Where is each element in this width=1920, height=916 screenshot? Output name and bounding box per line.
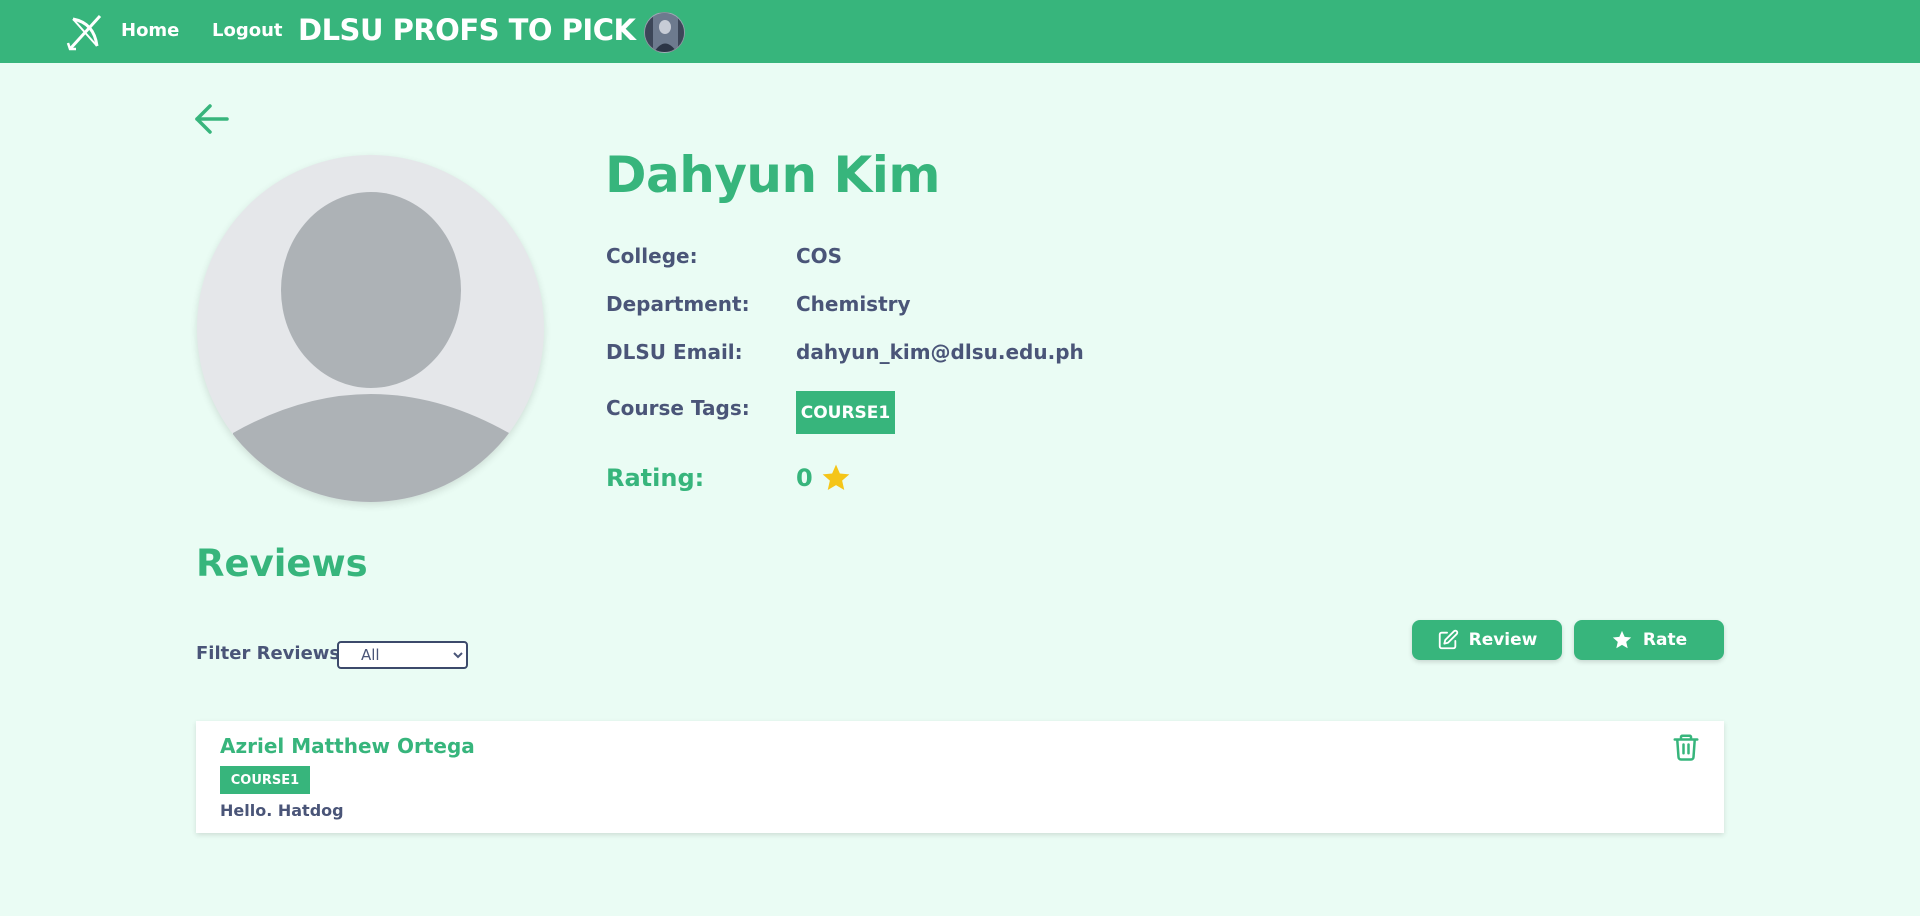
department-label: Department:: [606, 292, 750, 316]
email-label: DLSU Email:: [606, 340, 743, 364]
logo-icon[interactable]: [64, 13, 106, 53]
course-tags-label: Course Tags:: [606, 396, 750, 420]
review-card: Azriel Matthew Ortega COURSE1 Hello. Hat…: [196, 721, 1724, 833]
site-title: DLSU PROFS TO PICK: [298, 13, 636, 47]
college-label: College:: [606, 244, 698, 268]
star-icon: [1612, 630, 1632, 649]
default-avatar-icon: [233, 192, 509, 502]
filter-reviews-label: Filter Reviews:: [196, 643, 348, 664]
review-course-tag: COURSE1: [220, 766, 310, 794]
profile-picture: [197, 155, 544, 502]
reviewer-name[interactable]: Azriel Matthew Ortega: [220, 734, 475, 758]
review-button-label: Review: [1468, 630, 1538, 650]
rating-label: Rating:: [606, 464, 705, 492]
reviews-heading: Reviews: [196, 542, 368, 585]
department-value: Chemistry: [796, 292, 911, 316]
back-arrow-icon[interactable]: [193, 100, 231, 138]
course-tag: COURSE1: [796, 391, 895, 434]
write-review-button[interactable]: Review: [1412, 620, 1562, 660]
rate-button[interactable]: Rate: [1574, 620, 1724, 660]
nav-logout-link[interactable]: Logout: [212, 20, 283, 41]
filter-reviews-select[interactable]: All: [337, 641, 468, 669]
rating-value: 0: [796, 464, 813, 492]
rate-button-label: Rate: [1642, 630, 1688, 650]
professor-name: Dahyun Kim: [605, 146, 941, 204]
user-avatar[interactable]: [644, 12, 685, 53]
star-icon: [822, 464, 850, 490]
review-text: Hello. Hatdog: [220, 801, 344, 820]
college-value: COS: [796, 244, 843, 268]
trash-icon[interactable]: [1671, 732, 1701, 762]
nav-home-link[interactable]: Home: [121, 20, 179, 41]
edit-icon: [1438, 629, 1458, 650]
top-navbar: Home Logout DLSU PROFS TO PICK: [0, 0, 1920, 63]
email-value: dahyun_kim@dlsu.edu.ph: [796, 340, 1084, 364]
avatar-image-icon: [645, 13, 684, 52]
